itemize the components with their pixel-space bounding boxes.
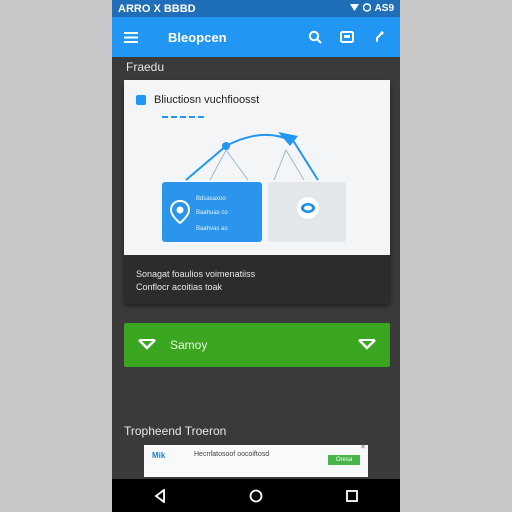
share-button[interactable] <box>368 26 390 48</box>
app-title: Bleopcen <box>168 29 227 45</box>
card-caption-line-2: Conflocr acoitias toak <box>136 282 223 292</box>
back-icon <box>154 488 165 503</box>
ad-banner[interactable]: ✕ Mik Hecnfatosoof oocoiftosd Oresa <box>144 443 368 477</box>
home-button[interactable] <box>244 484 268 508</box>
save-button[interactable] <box>336 26 358 48</box>
chevron-down-icon <box>138 339 156 350</box>
section-title-2: Tropheend Troeron <box>124 424 227 438</box>
blue-info-panel: Bdsasaxoo Baahuas co Baahvas ao <box>162 182 262 242</box>
primary-action-button[interactable]: Samoy <box>124 323 390 367</box>
card-caption-line-1: Sonagat foaulios voimenatiiss <box>136 269 256 279</box>
link-icon <box>376 31 384 42</box>
search-icon <box>308 30 322 44</box>
hamburger-icon <box>124 31 138 43</box>
phone-screen: ARRO X BBBD AS9 Bleopcen Fraedu Bliuctio… <box>112 0 400 512</box>
app-bar: Bleopcen <box>112 17 400 57</box>
location-pin-icon <box>169 199 191 226</box>
status-right: AS9 <box>349 2 394 15</box>
primary-action-label: Samoy <box>170 338 208 352</box>
battery-icon <box>362 2 371 15</box>
expand-icon <box>358 339 376 350</box>
back-button[interactable] <box>148 484 172 508</box>
ad-brand: Mik <box>152 451 166 460</box>
panel-line-2: Baahuas co <box>196 210 228 216</box>
panel-line-3: Baahvas ao <box>196 226 228 232</box>
ad-close-icon[interactable]: ✕ <box>360 443 366 451</box>
folder-icon <box>340 31 354 43</box>
card-illustration: Bliuctiosn vuchfioosst Bdsasaxoo Baahuas… <box>124 80 390 255</box>
menu-button[interactable] <box>122 28 140 46</box>
ad-cta-button[interactable]: Oresa <box>328 455 360 465</box>
search-button[interactable] <box>304 26 326 48</box>
home-icon <box>249 489 263 502</box>
section-title: Fraedu <box>126 60 165 74</box>
grey-info-panel <box>268 182 346 242</box>
system-nav-bar <box>112 479 400 512</box>
panel-line-1: Bdsasaxoo <box>196 196 226 202</box>
status-bar: ARRO X BBBD AS9 <box>112 0 400 17</box>
feature-card[interactable]: Bliuctiosn vuchfioosst Bdsasaxoo Baahuas… <box>124 80 390 304</box>
signal-icon <box>349 3 359 15</box>
chat-bubble-icon <box>294 196 322 227</box>
card-caption: Sonagat foaulios voimenatiiss Conflocr a… <box>136 268 255 294</box>
recents-button[interactable] <box>340 484 364 508</box>
ad-text: Hecnfatosoof oocoiftosd <box>194 451 270 458</box>
status-right-text: AS9 <box>374 3 394 14</box>
recents-icon <box>346 489 358 502</box>
status-left-text: ARRO X BBBD <box>118 2 196 15</box>
